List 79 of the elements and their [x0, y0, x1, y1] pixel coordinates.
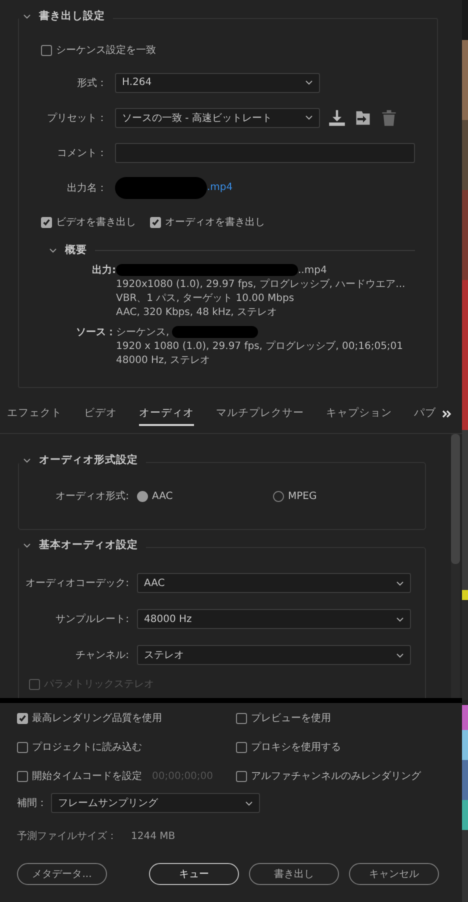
checkbox-label: プロジェクトに読み込む [32, 740, 142, 754]
chevron-icon[interactable] [49, 248, 57, 252]
summary-text: VBR、1 パス, ターゲット 10.00 Mbps [116, 292, 296, 305]
dropdown[interactable]: AAC [137, 573, 411, 593]
folder-import-icon[interactable] [354, 108, 372, 126]
button[interactable]: キュー [149, 863, 239, 885]
checkbox[interactable] [236, 712, 247, 724]
tab[interactable]: マルチプレクサー [216, 402, 304, 426]
field-label: プリセット： [46, 112, 108, 124]
interpolation-dropdown[interactable]: フレームサンプリング [51, 793, 260, 813]
checkbox[interactable] [150, 216, 161, 228]
checkbox[interactable] [236, 742, 247, 752]
checkbox-label: オーディオを書き出し [165, 216, 265, 229]
field-label: 形式： [76, 76, 108, 90]
summary-text: 1920x1080 (1.0), 29.97 fps, プログレッシブ, ハードウエア... [116, 278, 406, 291]
checkbox[interactable] [17, 770, 28, 782]
format-dropdown[interactable]: H.264 [115, 72, 320, 92]
caret-icon [305, 115, 313, 120]
output-name-link[interactable]: .mp4 [207, 182, 233, 193]
preset-dropdown[interactable]: ソースの一致 - 高速ビットレート [115, 108, 320, 128]
download-icon[interactable] [328, 108, 346, 126]
field-label: オーディオコーデック: [24, 577, 130, 590]
chevron-icon[interactable] [23, 458, 31, 462]
trash-icon[interactable] [380, 108, 398, 126]
caret-icon [245, 800, 253, 806]
summary-text: AAC, 320 Kbps, 48 kHz, ステレオ [116, 306, 278, 319]
caret-icon [396, 616, 404, 622]
checkbox-label: プロキシを使用する [251, 740, 341, 754]
checkbox[interactable] [41, 216, 52, 228]
comment-input[interactable] [115, 142, 415, 162]
checkbox-label: ビデオを書き出し [56, 216, 136, 229]
button[interactable]: 書き出し [249, 863, 339, 885]
checkbox[interactable] [236, 770, 247, 782]
summary-text: ..mp4 [298, 264, 327, 276]
checkbox[interactable] [17, 712, 28, 724]
chevron-icon[interactable] [23, 542, 31, 548]
field-label: オーディオ形式: [54, 490, 130, 503]
field-label: コメント： [56, 146, 108, 160]
button[interactable]: メタデータ... [17, 863, 107, 885]
radio-button[interactable] [273, 490, 284, 502]
tab[interactable]: キャプション [326, 402, 392, 426]
section-title: 基本オーディオ設定 [39, 538, 138, 552]
field-label: サンプルレート: [54, 612, 130, 626]
field-label: チャンネル: [74, 649, 130, 662]
field-label: 補間： [17, 796, 47, 810]
checkbox-label: アルファチャンネルのみレンダリング [251, 770, 421, 783]
checkbox-label: 開始タイムコードを設定 [32, 770, 142, 783]
radio-label: MPEG [288, 490, 317, 502]
button[interactable]: キャンセル [349, 863, 439, 885]
summary-label: 出力: [91, 264, 116, 278]
section-title: 概要 [65, 243, 87, 257]
file-size-label: 予測ファイルサイズ： [17, 830, 117, 843]
dropdown[interactable]: ステレオ [137, 645, 411, 665]
summary-text: シーケンス, [116, 326, 170, 339]
checkbox[interactable] [41, 44, 52, 56]
tab[interactable]: エフェクト [7, 402, 62, 426]
file-size-value: 1244 MB [131, 830, 176, 842]
scrollbar[interactable] [451, 434, 460, 698]
summary-label: ソース： [75, 326, 116, 340]
caret-icon [396, 580, 404, 586]
section-title: 書き出し設定 [39, 9, 105, 23]
overflow-icon[interactable] [442, 410, 452, 418]
radio-button[interactable] [137, 490, 148, 502]
summary-text: 1920 x 1080 (1.0), 29.97 fps, プログレッシブ, 00;16;05;01 [116, 340, 404, 353]
summary-text: 48000 Hz, ステレオ [116, 354, 212, 367]
caret-icon [396, 652, 404, 658]
tab[interactable]: パブ [414, 402, 436, 426]
field-label: 出力名： [66, 182, 108, 194]
checkbox-label: プレビューを使用 [251, 712, 331, 725]
radio-label: AAC [152, 490, 173, 502]
checkbox[interactable] [17, 742, 28, 752]
tab[interactable]: オーディオ [139, 402, 194, 426]
checkbox-label: 最高レンダリング品質を使用 [32, 712, 162, 725]
dropdown[interactable]: 48000 Hz [137, 609, 411, 629]
section-title: オーディオ形式設定 [39, 453, 138, 467]
chevron-icon[interactable] [23, 14, 31, 18]
checkbox-label: シーケンス設定を一致 [56, 44, 156, 57]
tab[interactable]: ビデオ [84, 402, 117, 426]
caret-icon [305, 80, 313, 85]
